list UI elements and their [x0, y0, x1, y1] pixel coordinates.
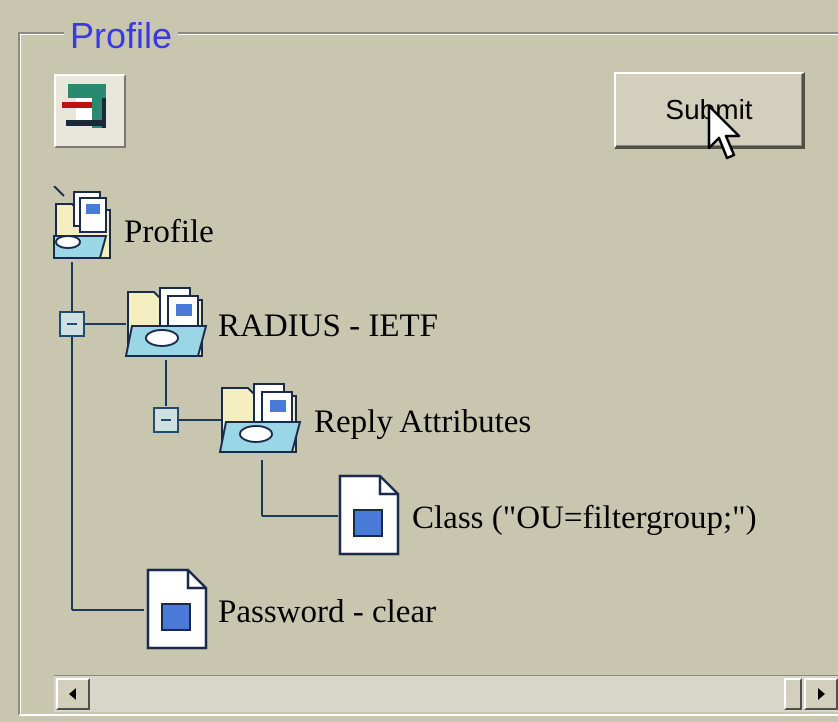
radius-expander-button[interactable]	[59, 311, 85, 337]
folder-open-icon	[124, 287, 208, 357]
tree-node-profile-label[interactable]: Profile	[124, 212, 214, 252]
scroll-left-button[interactable]	[56, 678, 90, 710]
profile-folder-icon	[53, 186, 111, 259]
folder-open-icon	[218, 383, 302, 453]
tree-node-radius-label[interactable]: RADIUS - IETF	[218, 306, 438, 346]
profile-panel: Profile Submit	[0, 0, 838, 722]
arrow-left-icon	[69, 688, 76, 700]
tree-node-class-label[interactable]: Class ("OU=filtergroup;")	[412, 498, 757, 538]
tree-node-reply-label[interactable]: Reply Attributes	[314, 402, 531, 442]
tree-node-password-label[interactable]: Password - clear	[218, 592, 436, 632]
document-icon	[146, 568, 208, 650]
scroll-right-button[interactable]	[804, 678, 838, 710]
scroll-thumb[interactable]	[784, 678, 802, 710]
horizontal-scrollbar[interactable]	[54, 675, 838, 712]
arrow-right-icon	[818, 688, 825, 700]
document-icon	[338, 474, 400, 556]
reply-expander-button[interactable]	[153, 407, 179, 433]
